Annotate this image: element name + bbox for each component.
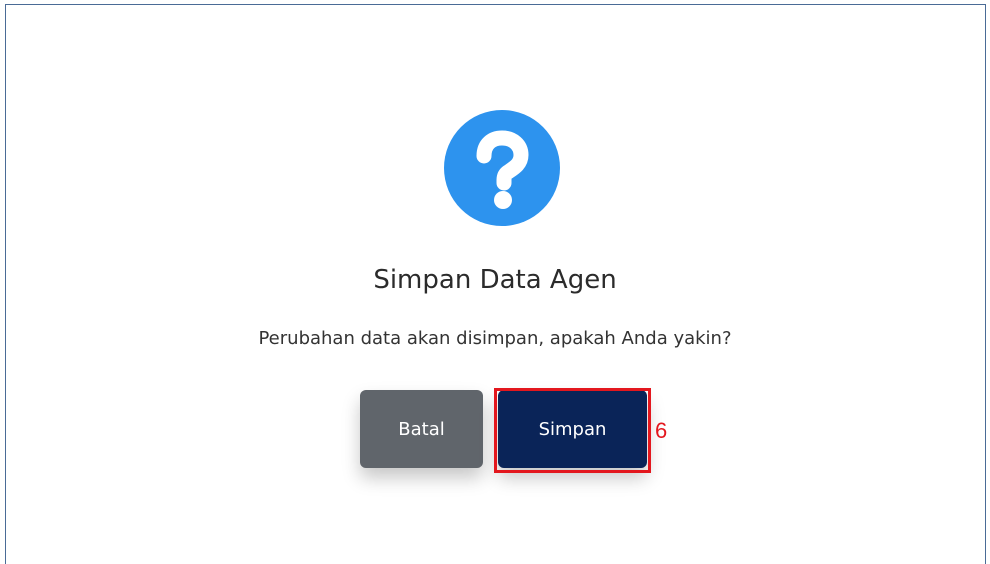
question-circle-icon — [444, 110, 560, 226]
save-button[interactable]: Simpan — [498, 390, 647, 468]
dialog-title: Simpan Data Agen — [373, 265, 617, 295]
cancel-button[interactable]: Batal — [360, 390, 483, 468]
dialog-message: Perubahan data akan disimpan, apakah And… — [258, 328, 732, 349]
step-number-label: 6 — [655, 418, 668, 443]
